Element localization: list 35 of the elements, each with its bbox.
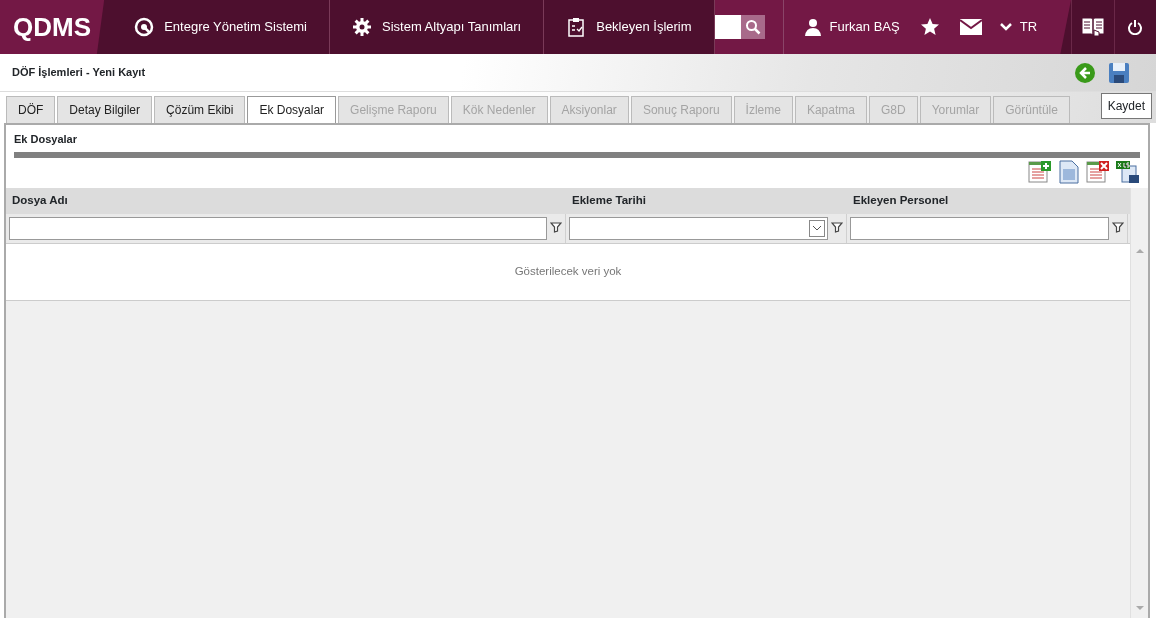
power-icon[interactable]: [1127, 19, 1144, 35]
tab[interactable]: Ek Dosyalar: [247, 96, 337, 123]
gear-icon: [352, 17, 372, 37]
book-icon[interactable]: [1080, 16, 1105, 38]
tab[interactable]: Detay Bilgiler: [57, 96, 153, 123]
delete-row-icon[interactable]: [1086, 159, 1110, 184]
empty-message: Gösterilecek veri yok: [6, 243, 1130, 301]
user-icon: [803, 18, 822, 36]
add-row-icon[interactable]: [1028, 159, 1052, 184]
filter-icon[interactable]: [1112, 222, 1124, 234]
mail-icon[interactable]: [959, 19, 982, 35]
search-button[interactable]: [740, 15, 765, 39]
user-name[interactable]: Furkan BAŞ: [829, 17, 900, 37]
save-icon[interactable]: [1108, 61, 1130, 84]
q-logo-icon: [134, 17, 155, 37]
search-field[interactable]: [714, 15, 741, 39]
section-title: Ek Dosyalar: [14, 132, 78, 147]
column-header[interactable]: Ekleme Tarihi: [566, 191, 847, 210]
excel-export-icon[interactable]: [1116, 159, 1140, 184]
star-icon[interactable]: [919, 17, 940, 37]
date-filter-field[interactable]: [569, 216, 828, 240]
clipboard-icon: [566, 17, 587, 37]
dropdown-button[interactable]: [809, 219, 825, 237]
page-title: DÖF İşlemleri - Yeni Kayıt: [12, 65, 146, 81]
column-header[interactable]: Ekleyen Personel: [847, 191, 1128, 210]
filter-field[interactable]: [850, 216, 1109, 240]
column-header[interactable]: Dosya Adı: [6, 191, 566, 210]
filter-icon[interactable]: [550, 222, 562, 234]
tooltip: Kaydet: [1100, 93, 1152, 119]
tab[interactable]: Çözüm Ekibi: [154, 96, 246, 123]
chevron-down-icon[interactable]: [812, 225, 822, 231]
language-selector[interactable]: TR: [1019, 17, 1038, 37]
filter-icon[interactable]: [831, 222, 843, 234]
tab[interactable]: DÖF: [6, 96, 56, 123]
filter-field[interactable]: [9, 216, 547, 240]
